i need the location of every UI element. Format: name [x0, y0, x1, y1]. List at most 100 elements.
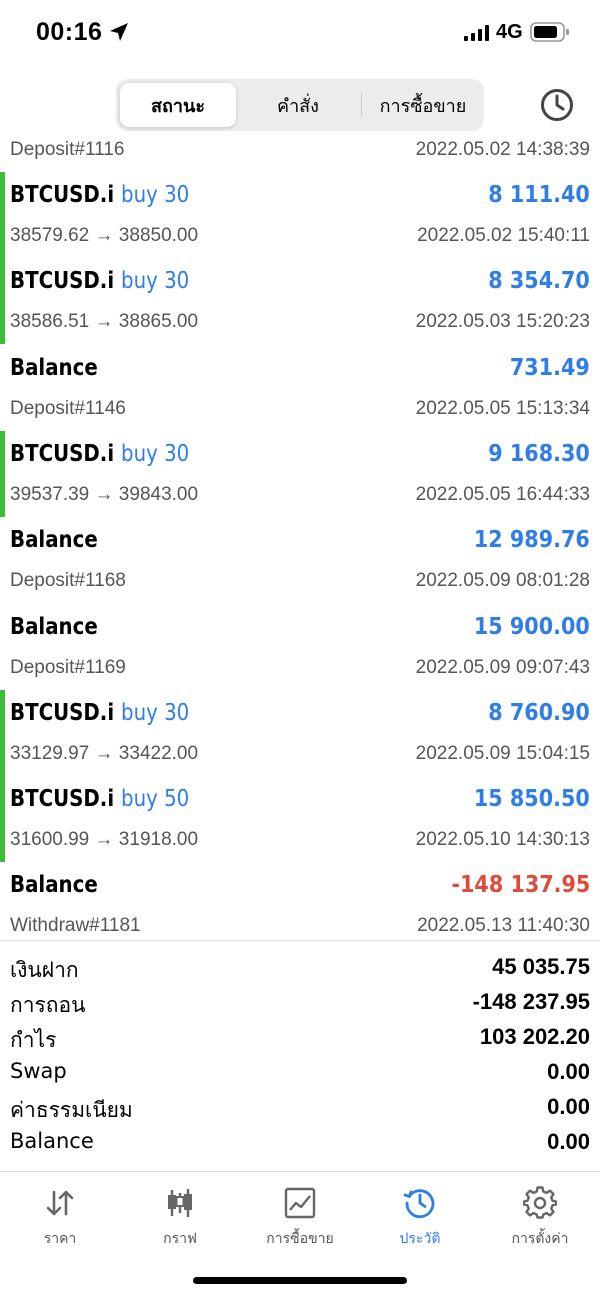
summary-label: Swap	[10, 1059, 67, 1083]
trade-list-item[interactable]: BTCUSD.i buy 30 8 111.40 38579.62 → 38850.…	[0, 172, 600, 258]
quotes-arrows-icon	[46, 1190, 74, 1216]
row-symbol: BTCUSD.i	[10, 268, 115, 295]
row-time: 2022.05.02 14:38:39	[415, 139, 590, 160]
balance-list-item[interactable]: Balance -148 137.95 Withdraw#1181 2022.05.1…	[0, 862, 600, 940]
summary-value: -148 237.95	[472, 989, 590, 1014]
summary-deposit: เงินฝาก 45 035.75	[0, 952, 600, 987]
row-symbol: Balance	[10, 872, 98, 899]
trade-list-item[interactable]: BTCUSD.i buy 30 9 168.30 39537.39 → 39843.…	[0, 430, 600, 517]
network-type: 4G	[496, 21, 523, 43]
row-symbol: BTCUSD.i	[10, 440, 115, 467]
row-title: BTCUSD.i buy 30	[10, 182, 189, 208]
tab-label: ประวัติ	[399, 1231, 441, 1247]
summary-value: 103 202.20	[479, 1024, 590, 1049]
candlestick-chart-icon	[168, 1189, 192, 1217]
row-side-volume: buy 30	[121, 182, 190, 208]
history-view-segmented-control: สถานะ คำสั่ง การซื้อขาย	[116, 79, 484, 131]
tab-quotes[interactable]: ราคา	[0, 1184, 120, 1254]
summary-label: เงินฝาก	[10, 958, 79, 982]
row-title: Balance	[10, 872, 98, 898]
row-prices: 31600.99 → 31918.00	[10, 829, 199, 851]
row-amount: 8 354.70	[488, 268, 590, 295]
row-title: Balance	[10, 355, 98, 381]
row-side-volume: buy 30	[121, 440, 190, 467]
balance-list-item[interactable]: Balance 731.49 Deposit#1146 2022.05.05 15:1…	[0, 345, 600, 431]
summary-swap: Swap 0.00	[0, 1057, 600, 1092]
row-amount: 9 168.30	[488, 440, 590, 467]
balance-list-item[interactable]: Balance 12 989.76 Deposit#1168 2022.05.09 0…	[0, 517, 600, 603]
tab-trade[interactable]: การซื้อขาย	[240, 1184, 360, 1254]
row-amount: 15 850.50	[474, 786, 590, 813]
summary-label: การถอน	[10, 993, 86, 1017]
location-arrow-icon	[110, 23, 128, 41]
row-title: BTCUSD.i buy 50	[10, 786, 189, 812]
status-time: 00:16	[36, 18, 103, 46]
summary-withdrawal: การถอน -148 237.95	[0, 987, 600, 1022]
segment-label: สถานะ	[151, 95, 205, 117]
summary-value: 0.00	[547, 1129, 590, 1154]
row-title: BTCUSD.i buy 30	[10, 441, 189, 467]
row-time: 2022.05.03 15:20:23	[415, 311, 590, 333]
trade-indicator-bar	[0, 689, 5, 776]
row-symbol: Balance	[10, 354, 98, 381]
balance-list-item[interactable]: Balance 15 900.00 Deposit#1169 2022.05.09 0…	[0, 604, 600, 690]
row-prices: 38579.62 → 38850.00	[10, 225, 199, 246]
row-symbol: BTCUSD.i	[10, 786, 115, 813]
tab-label: ราคา	[43, 1231, 77, 1247]
row-amount: 8 111.40	[488, 182, 590, 208]
trade-list-item[interactable]: BTCUSD.i buy 50 15 850.50 31600.99 → 31918…	[0, 776, 600, 863]
row-amount: -148 137.95	[451, 872, 590, 899]
segment-label: คำสั่ง	[277, 95, 319, 117]
summary-balance: Balance 0.00	[0, 1127, 600, 1162]
summary-commission: ค่าธรรมเนียม 0.00	[0, 1092, 600, 1127]
summary-label: กำไร	[10, 1028, 57, 1052]
summary-value: 0.00	[547, 1094, 590, 1119]
tab-chart[interactable]: กราฟ	[120, 1184, 240, 1254]
row-side-volume: buy 50	[121, 786, 190, 813]
row-comment: Deposit#1169	[10, 656, 126, 678]
tab-settings[interactable]: การตั้งค่า	[480, 1184, 600, 1254]
row-side-volume: buy 30	[121, 268, 190, 295]
tab-label: การตั้งค่า	[511, 1231, 569, 1247]
segment-label: การซื้อขาย	[379, 95, 467, 117]
segment-deals[interactable]: การซื้อขาย	[364, 83, 482, 127]
row-prices: 39537.39 → 39843.00	[10, 483, 199, 505]
summary-value: 45 035.75	[492, 954, 590, 979]
list-item-partial[interactable]: Deposit#1116 2022.05.02 14:38:39	[0, 128, 600, 172]
summary-value: 0.00	[547, 1059, 590, 1084]
row-title: BTCUSD.i buy 30	[10, 268, 189, 294]
row-title: Balance	[10, 614, 98, 640]
summary-label: ค่าธรรมเนียม	[10, 1098, 133, 1122]
tab-label: กราฟ	[163, 1231, 197, 1247]
row-prices: 33129.97 → 33422.00	[10, 742, 199, 764]
row-time: 2022.05.13 11:40:30	[417, 915, 590, 937]
row-symbol: BTCUSD.i	[10, 699, 115, 726]
row-time: 2022.05.09 09:07:43	[415, 656, 590, 678]
row-symbol: Balance	[10, 613, 98, 640]
clock-history-icon[interactable]	[539, 87, 575, 123]
settings-gear-icon	[523, 1186, 557, 1219]
home-indicator	[193, 1277, 407, 1284]
trade-list-item[interactable]: BTCUSD.i buy 30 8 354.70 38586.51 → 38865.…	[0, 258, 600, 345]
segment-positions[interactable]: สถานะ	[120, 83, 236, 127]
row-amount: 731.49	[510, 354, 590, 381]
row-comment: Deposit#1116	[10, 139, 125, 160]
row-time: 2022.05.02 15:40:11	[417, 225, 590, 246]
trade-indicator-bar	[0, 776, 5, 863]
tab-history[interactable]: ประวัติ	[360, 1184, 480, 1254]
row-time: 2022.05.05 15:13:34	[415, 397, 590, 419]
row-time: 2022.05.05 16:44:33	[415, 483, 590, 505]
trade-indicator-bar	[0, 258, 5, 345]
row-amount: 8 760.90	[488, 699, 590, 726]
trade-list-item[interactable]: BTCUSD.i buy 30 8 760.90 33129.97 → 33422.…	[0, 689, 600, 776]
row-title: BTCUSD.i buy 30	[10, 700, 189, 726]
row-time: 2022.05.09 08:01:28	[415, 570, 590, 592]
trade-indicator-bar	[0, 430, 5, 517]
history-list[interactable]: Deposit#1116 2022.05.02 14:38:39 BTCUSD.…	[0, 128, 600, 940]
trade-indicator-bar	[0, 172, 5, 258]
row-symbol: Balance	[10, 527, 98, 554]
history-icon	[403, 1189, 435, 1219]
segment-orders[interactable]: คำสั่ง	[240, 83, 356, 127]
trade-chart-icon	[284, 1187, 316, 1219]
row-side-volume: buy 30	[121, 699, 190, 726]
